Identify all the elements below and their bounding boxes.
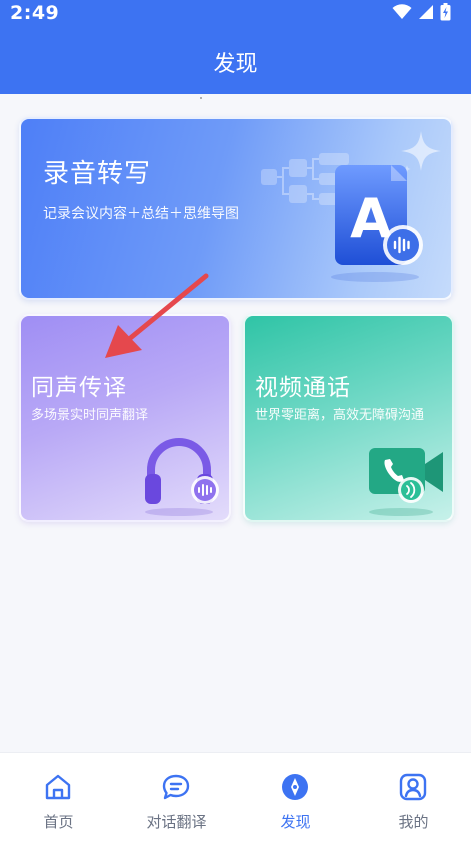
video-card-subtitle: 世界零距离，高效无障碍沟通 <box>255 408 425 423</box>
nav-label-discover: 发现 <box>280 813 311 831</box>
user-icon <box>399 773 427 801</box>
status-bar: 2:49 <box>0 0 471 30</box>
record-transcribe-card[interactable]: 录音转写 记录会议内容＋总结＋思维导图 A <box>19 117 453 300</box>
record-card-subtitle: 记录会议内容＋总结＋思维导图 <box>43 206 239 222</box>
status-icons <box>392 3 451 21</box>
home-icon <box>45 774 71 800</box>
document-letter-icon: A <box>331 165 423 282</box>
headphones-icon <box>145 438 219 516</box>
wifi-icon <box>392 4 412 19</box>
sim-card-subtitle: 多场景实时同声翻译 <box>31 408 149 423</box>
nav-label-mine: 我的 <box>398 813 429 831</box>
nav-label-dialogue-translate: 对话翻译 <box>146 813 207 831</box>
simultaneous-interpretation-card[interactable]: 同声传译 多场景实时同声翻译 <box>19 314 231 522</box>
app-header: 2:49 发现 <box>0 0 471 94</box>
nav-label-home: 首页 <box>43 813 74 831</box>
nav-item-discover[interactable]: 发现 <box>237 753 354 844</box>
video-card-title: 视频通话 <box>255 375 351 401</box>
nav-item-dialogue-translate[interactable]: 对话翻译 <box>118 753 235 844</box>
cursor-dot <box>200 97 202 99</box>
nav-item-mine[interactable]: 我的 <box>355 753 471 844</box>
bottom-nav: 首页 对话翻译 发现 我的 <box>0 752 471 844</box>
page-title: 发现 <box>213 52 258 77</box>
record-card-title: 录音转写 <box>43 159 152 189</box>
sim-card-title: 同声传译 <box>31 375 127 401</box>
compass-icon <box>282 774 308 800</box>
video-camera-icon <box>369 448 443 516</box>
battery-icon <box>440 3 451 21</box>
video-call-card[interactable]: 视频通话 世界零距离，高效无障碍沟通 <box>243 314 454 522</box>
status-time: 2:49 <box>10 2 60 24</box>
chat-icon <box>162 774 190 800</box>
nav-item-home[interactable]: 首页 <box>0 753 117 844</box>
signal-icon <box>419 5 433 19</box>
